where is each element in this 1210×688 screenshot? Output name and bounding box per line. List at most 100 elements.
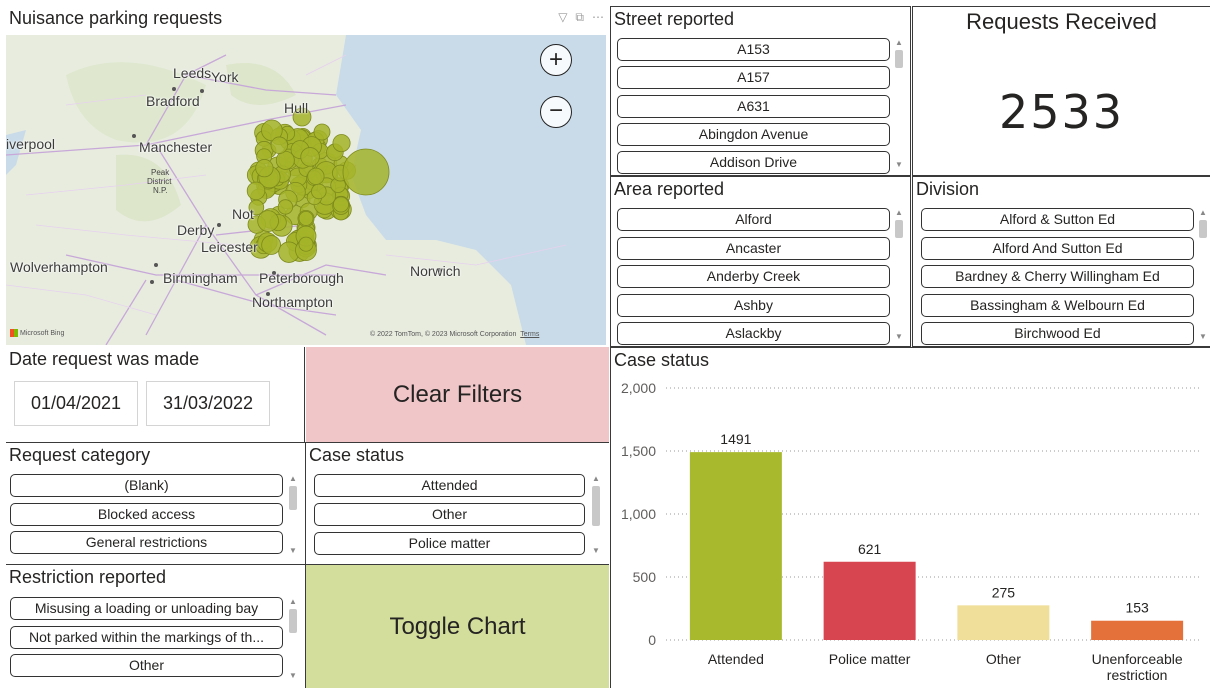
- map-bubble[interactable]: [277, 199, 294, 215]
- division-item[interactable]: Birchwood Ed: [921, 322, 1194, 345]
- windows-logo-icon: [10, 329, 18, 337]
- kpi-value: 2533: [998, 85, 1125, 139]
- bar[interactable]: [957, 605, 1050, 640]
- map-place: Not: [232, 206, 254, 222]
- scroll-up-icon[interactable]: ▲: [893, 38, 905, 48]
- division-item[interactable]: Alford And Sutton Ed: [921, 237, 1194, 260]
- restriction-scrollbar[interactable]: ▲ ▼: [287, 597, 299, 681]
- division-item[interactable]: Alford & Sutton Ed: [921, 208, 1194, 231]
- map-bubble[interactable]: [255, 159, 274, 178]
- street-item[interactable]: Abingdon Avenue: [617, 123, 890, 146]
- restriction-item[interactable]: Misusing a loading or unloading bay: [10, 597, 283, 620]
- focus-mode-icon[interactable]: ⧉: [575, 10, 584, 24]
- map-bubble[interactable]: [332, 134, 351, 153]
- start-date-input[interactable]: 01/04/2021: [14, 381, 138, 426]
- map-bubble[interactable]: [333, 196, 349, 213]
- map-place: Bradford: [146, 93, 200, 109]
- street-item[interactable]: A153: [617, 38, 890, 61]
- scroll-thumb[interactable]: [592, 486, 600, 526]
- map-place: iverpool: [6, 136, 56, 152]
- case-status-item[interactable]: Police matter: [314, 532, 585, 555]
- end-date-input[interactable]: 31/03/2022: [146, 381, 270, 426]
- division-scrollbar[interactable]: ▲ ▼: [1197, 208, 1209, 345]
- request-category-item[interactable]: General restrictions: [10, 531, 283, 554]
- scroll-down-icon[interactable]: ▼: [287, 546, 299, 556]
- case-status-item[interactable]: Other: [314, 503, 585, 526]
- request-category-scrollbar[interactable]: ▲ ▼: [287, 474, 299, 556]
- area-item[interactable]: Aslackby: [617, 322, 890, 345]
- case-status-item[interactable]: Attended: [314, 474, 585, 497]
- scroll-thumb[interactable]: [895, 220, 903, 238]
- map-header-icons: ▽ ⧉ ⋯: [558, 10, 604, 25]
- scroll-thumb[interactable]: [895, 50, 903, 68]
- map-place: Hull: [284, 100, 309, 116]
- map-bubble[interactable]: [311, 183, 327, 200]
- area-item[interactable]: Alford: [617, 208, 890, 231]
- map-bubble[interactable]: [261, 235, 282, 255]
- map-bubble[interactable]: [246, 181, 266, 201]
- division-item[interactable]: Bassingham & Welbourn Ed: [921, 294, 1194, 317]
- x-category-label: Unenforceable: [1092, 651, 1183, 667]
- scroll-thumb[interactable]: [1199, 220, 1207, 238]
- scroll-down-icon[interactable]: ▼: [893, 332, 905, 342]
- scroll-up-icon[interactable]: ▲: [893, 208, 905, 218]
- map-bubble[interactable]: [307, 167, 325, 185]
- restriction-slicer-title: Restriction reported: [9, 567, 167, 587]
- scroll-up-icon[interactable]: ▲: [287, 597, 299, 607]
- map-bubble[interactable]: [313, 123, 331, 141]
- scroll-down-icon[interactable]: ▼: [590, 546, 602, 556]
- scroll-up-icon[interactable]: ▲: [1197, 208, 1209, 218]
- scroll-up-icon[interactable]: ▲: [287, 474, 299, 484]
- filter-icon[interactable]: ▽: [558, 10, 567, 24]
- scroll-thumb[interactable]: [289, 486, 297, 510]
- x-category-label: Other: [986, 651, 1021, 667]
- scroll-thumb[interactable]: [289, 609, 297, 633]
- street-item[interactable]: A631: [617, 95, 890, 118]
- area-item[interactable]: Anderby Creek: [617, 265, 890, 288]
- more-options-icon[interactable]: ⋯: [592, 10, 604, 24]
- data-label: 153: [1125, 600, 1149, 616]
- y-tick-label: 1,500: [621, 443, 656, 459]
- kpi-title: Requests Received: [966, 9, 1157, 34]
- street-item[interactable]: Addison Drive: [617, 151, 890, 174]
- bar[interactable]: [1091, 620, 1184, 640]
- map-bubble[interactable]: [298, 210, 314, 226]
- zoom-in-button[interactable]: +: [540, 44, 572, 76]
- toggle-chart-button[interactable]: Toggle Chart: [306, 565, 609, 688]
- map-place: Peterborough: [259, 270, 344, 286]
- date-slicer: Date request was made 01/04/2021 31/03/2…: [6, 347, 305, 442]
- clear-filters-button[interactable]: Clear Filters: [306, 347, 609, 442]
- map-bubble[interactable]: [342, 148, 390, 196]
- map-place: N.P.: [153, 186, 168, 195]
- data-label: 621: [858, 541, 882, 557]
- case-status-scrollbar[interactable]: ▲ ▼: [590, 474, 602, 556]
- area-item[interactable]: Ancaster: [617, 237, 890, 260]
- request-category-slicer: Request category (Blank) Blocked access …: [6, 442, 306, 565]
- map-bubble[interactable]: [270, 136, 289, 154]
- x-category-label: restriction: [1107, 667, 1168, 683]
- bing-logo: Microsoft Bing: [10, 329, 64, 337]
- zoom-out-button[interactable]: −: [540, 96, 572, 128]
- scroll-down-icon[interactable]: ▼: [893, 160, 905, 170]
- restriction-item[interactable]: Other: [10, 654, 283, 677]
- data-label: 275: [992, 584, 1016, 600]
- map-bubble[interactable]: [300, 147, 320, 167]
- map-canvas[interactable]: Leeds York Bradford Hull iverpool Manche…: [6, 35, 606, 345]
- map-bubble[interactable]: [275, 150, 295, 170]
- bar[interactable]: [689, 452, 782, 640]
- scroll-up-icon[interactable]: ▲: [590, 474, 602, 484]
- area-item[interactable]: Ashby: [617, 294, 890, 317]
- scroll-down-icon[interactable]: ▼: [1197, 332, 1209, 342]
- request-category-item[interactable]: (Blank): [10, 474, 283, 497]
- division-item[interactable]: Bardney & Cherry Willingham Ed: [921, 265, 1194, 288]
- area-scrollbar[interactable]: ▲ ▼: [893, 208, 905, 345]
- map-bubble[interactable]: [298, 236, 314, 252]
- bar[interactable]: [823, 561, 916, 640]
- scroll-down-icon[interactable]: ▼: [287, 671, 299, 681]
- division-slicer: Division Alford & Sutton Ed Alford And S…: [912, 176, 1210, 347]
- street-scrollbar[interactable]: ▲ ▼: [893, 38, 905, 173]
- terms-link[interactable]: Terms: [520, 331, 539, 338]
- request-category-item[interactable]: Blocked access: [10, 503, 283, 526]
- street-item[interactable]: A157: [617, 66, 890, 89]
- restriction-item[interactable]: Not parked within the markings of th...: [10, 626, 283, 649]
